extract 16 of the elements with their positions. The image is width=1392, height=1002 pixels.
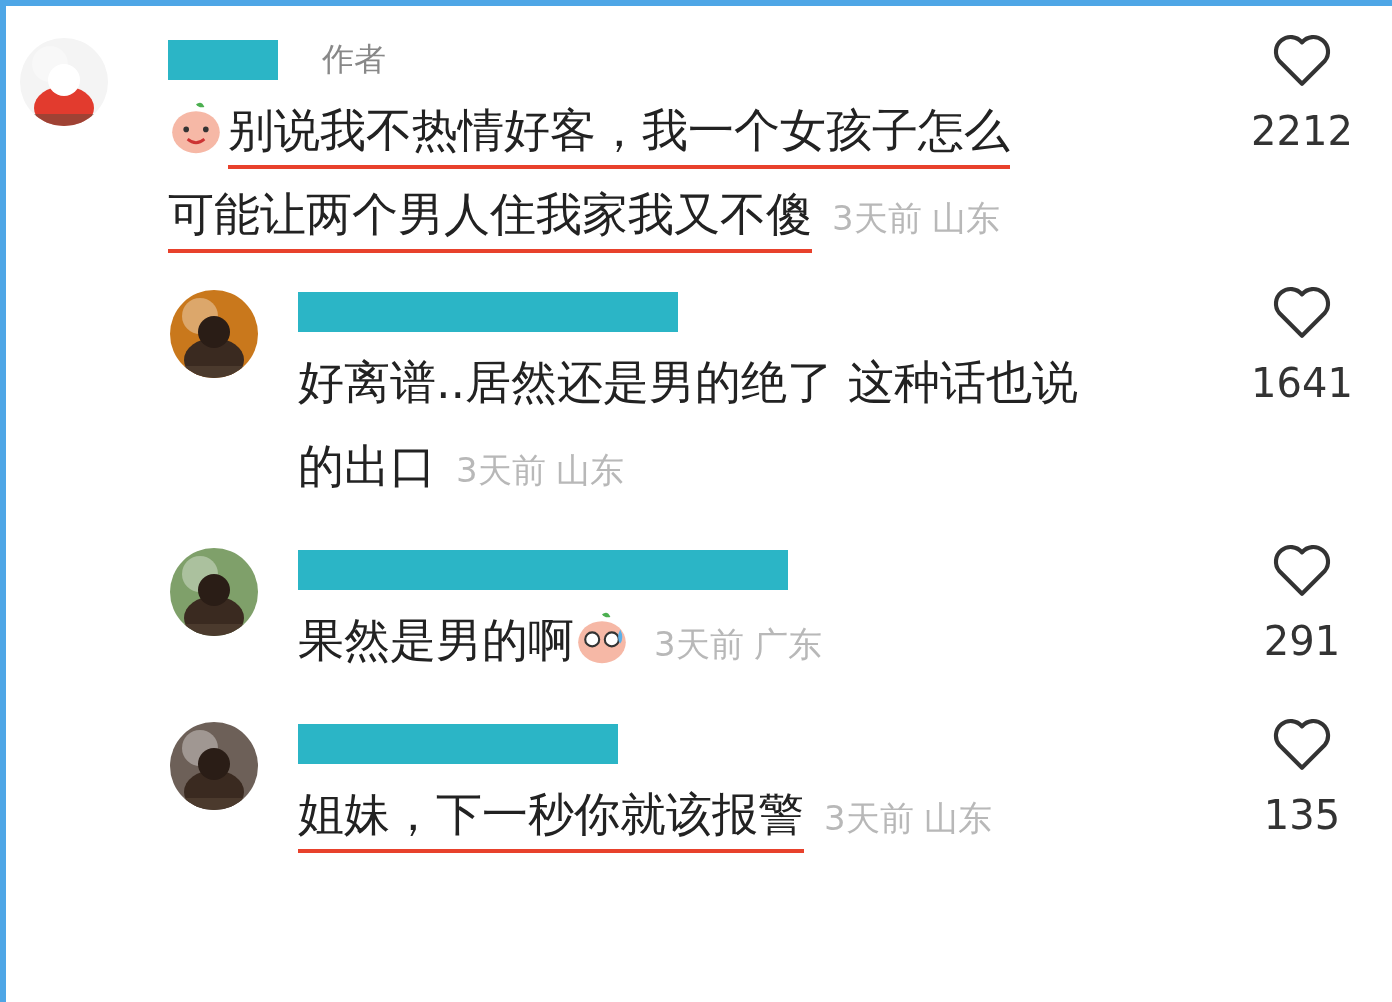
like-count: 135 [1263,792,1341,838]
heart-icon[interactable] [1271,716,1333,772]
comment-meta: 3天前 山东 [832,198,1001,238]
comment-meta: 3天前 山东 [456,450,625,490]
heart-icon[interactable] [1271,542,1333,598]
heart-icon[interactable] [1271,284,1333,340]
comment-text: 果然是男的啊 [298,613,574,669]
heart-icon[interactable] [1271,32,1333,88]
comment-meta: 3天前 山东 [824,798,993,838]
comment-text: 的出口 [298,439,436,495]
like-count: 1641 [1251,360,1353,406]
comment-meta: 3天前 广东 [654,624,823,664]
comment-text: 好离谱..居然还是男的绝了 这种话也说 [298,355,1078,411]
like-count: 291 [1263,618,1341,664]
author-tag: 作者 [322,38,386,82]
like-count: 2212 [1251,108,1353,154]
